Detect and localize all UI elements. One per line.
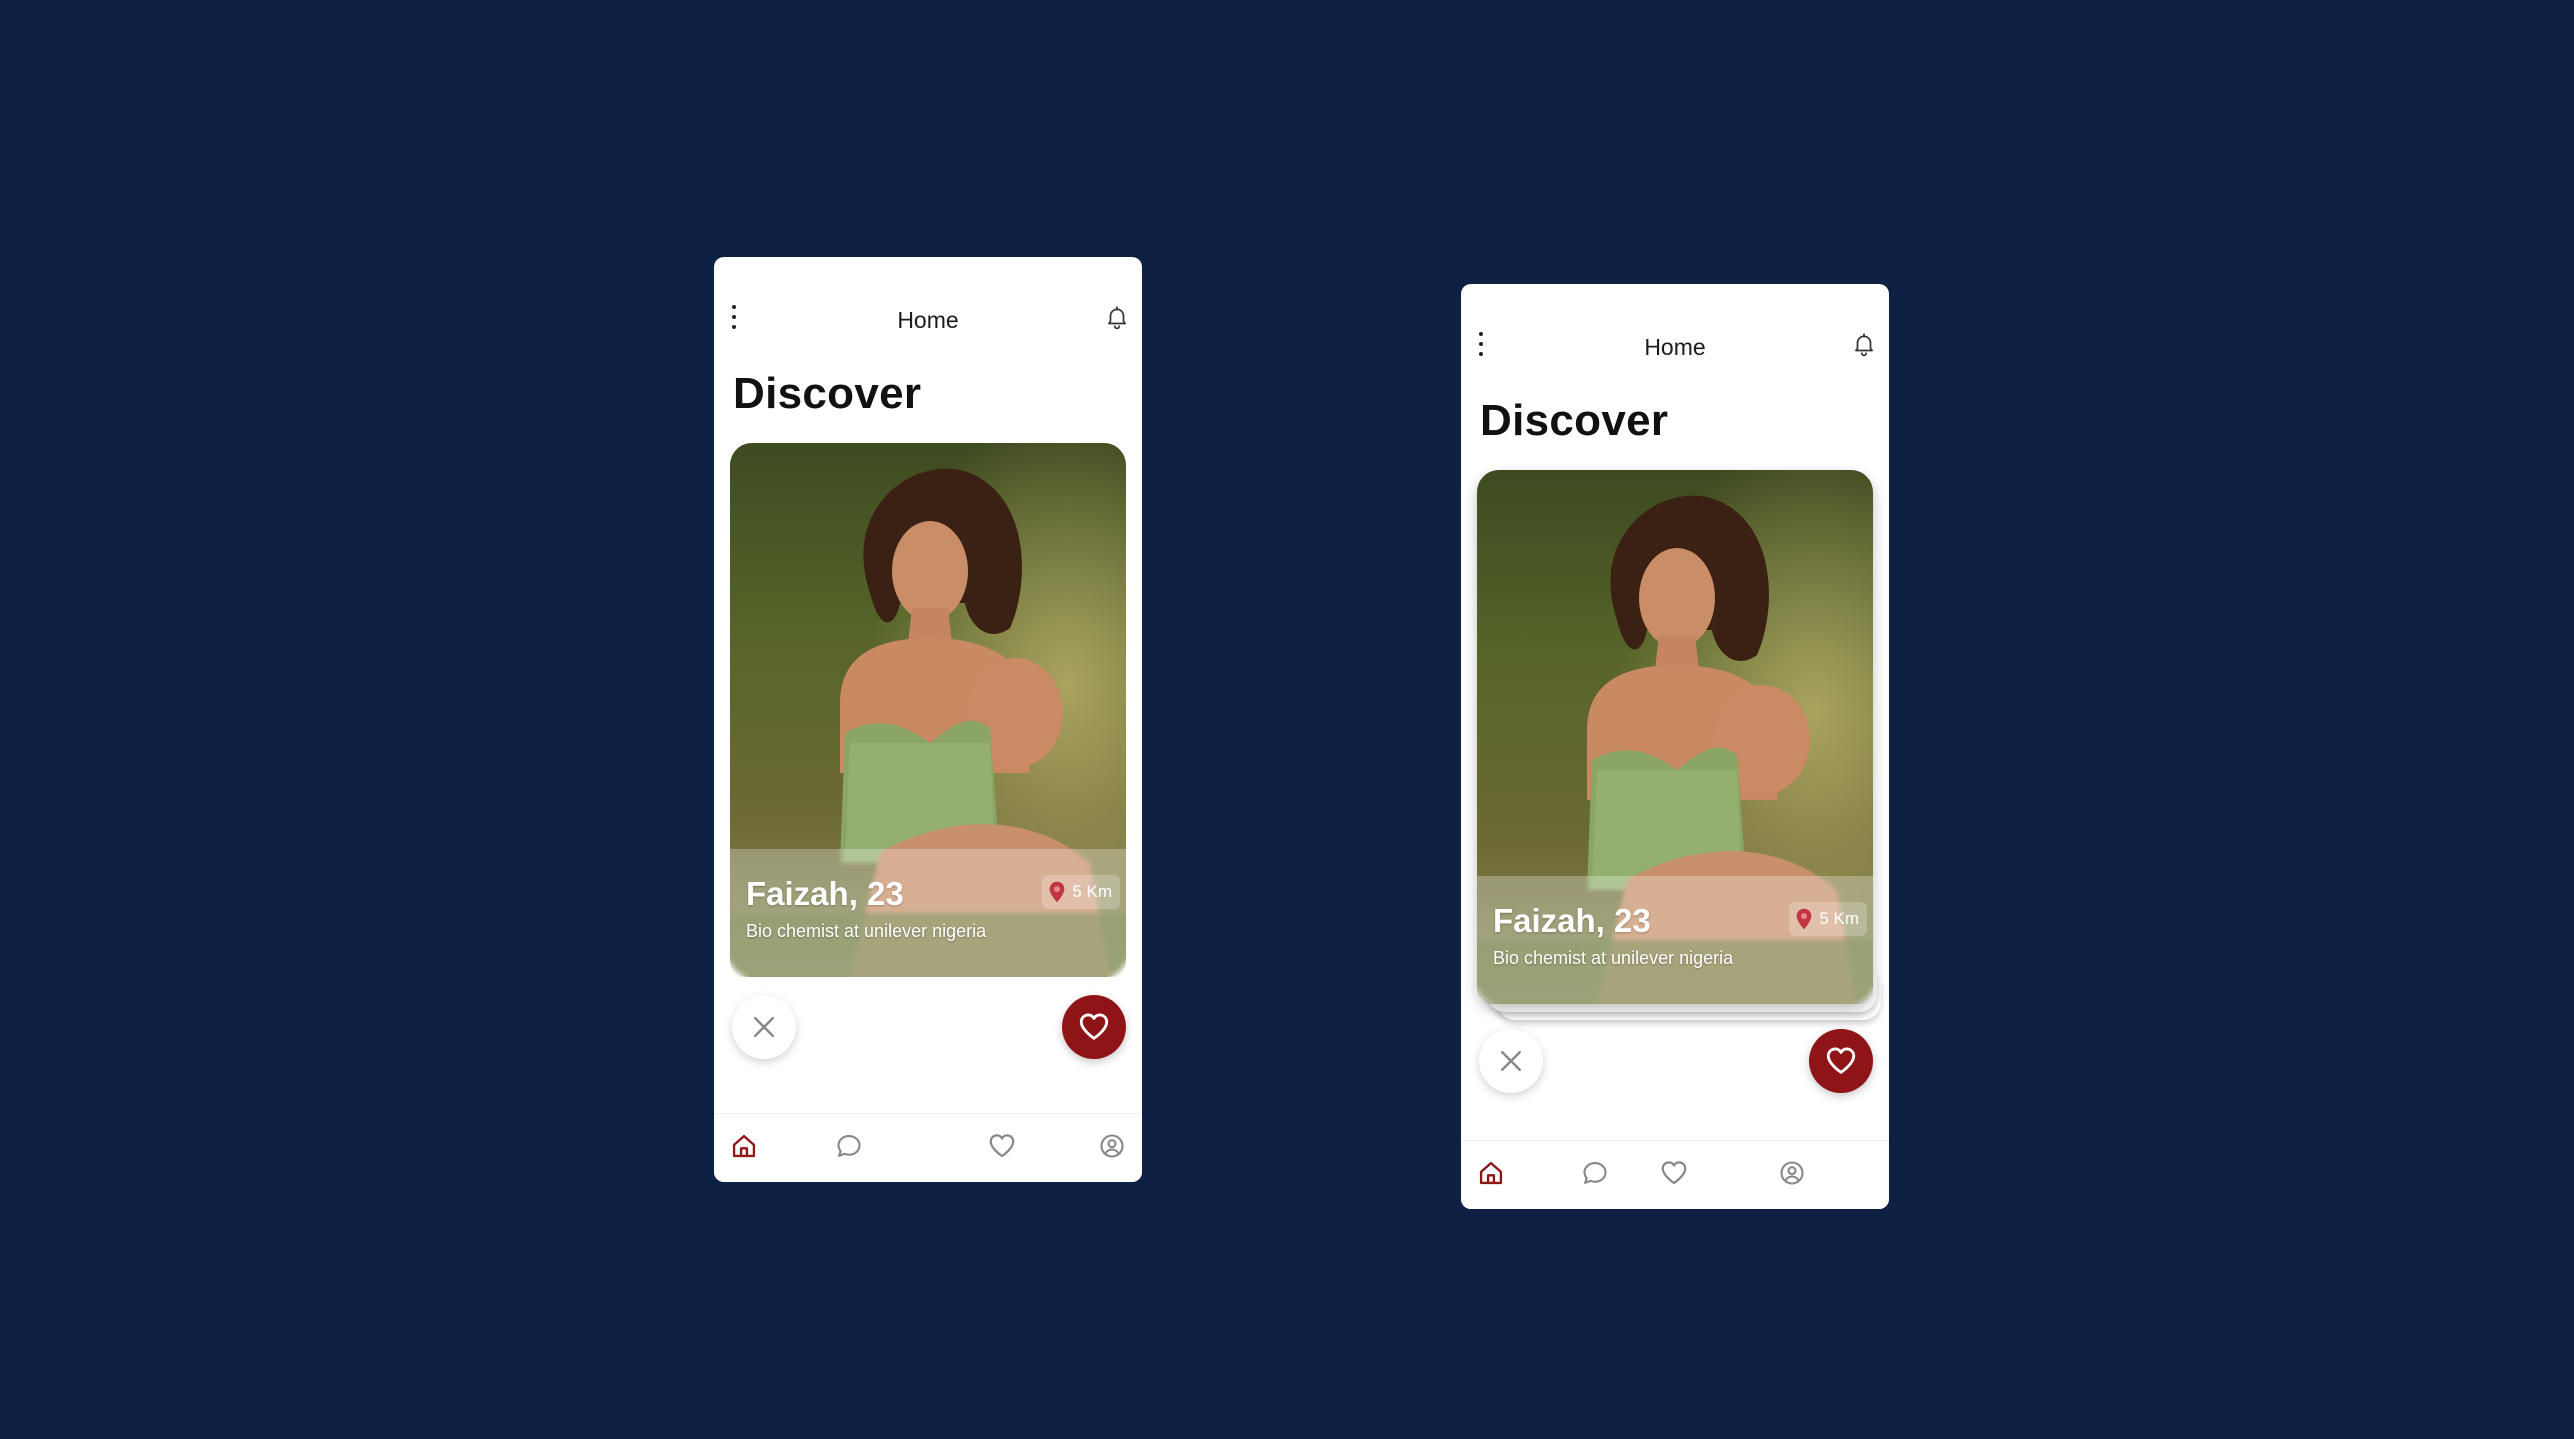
presentation-canvas: Home Discover Faizah, 23 Bio chemist at …	[0, 0, 2574, 1439]
profile-card[interactable]: Faizah, 23 Bio chemist at unilever niger…	[730, 443, 1126, 977]
bottom-navigation	[1461, 1140, 1889, 1209]
like-button[interactable]	[1062, 995, 1126, 1059]
profile-name: Faizah, 23	[1493, 902, 1651, 939]
location-pin-icon	[1796, 908, 1812, 930]
nav-favorites[interactable]	[1658, 1157, 1690, 1189]
page-title: Home	[1644, 334, 1706, 360]
bottom-navigation	[714, 1113, 1142, 1182]
profile-name: Faizah, 23	[746, 875, 904, 912]
profile-card[interactable]: Faizah, 23 Bio chemist at unilever niger…	[1477, 470, 1873, 1004]
nav-profile[interactable]	[1776, 1157, 1808, 1189]
heart-icon	[1661, 1161, 1687, 1185]
profile-info-panel: Faizah, 23 Bio chemist at unilever niger…	[730, 849, 1126, 977]
home-icon	[732, 1134, 756, 1158]
close-icon	[754, 1017, 774, 1037]
nav-chat[interactable]	[1579, 1157, 1611, 1189]
profile-bio: Bio chemist at unilever nigeria	[746, 921, 987, 941]
chat-icon	[1583, 1162, 1607, 1184]
heart-icon	[1079, 1013, 1109, 1040]
nav-profile[interactable]	[1096, 1130, 1128, 1162]
dislike-button[interactable]	[732, 995, 796, 1059]
distance-badge: 5 Km	[1042, 875, 1120, 909]
nav-chat[interactable]	[833, 1130, 865, 1162]
discover-heading: Discover	[733, 369, 922, 418]
chat-icon	[837, 1135, 861, 1157]
profile-icon	[1100, 1134, 1124, 1158]
distance-text: 5 Km	[1819, 909, 1859, 928]
distance-text: 5 Km	[1072, 882, 1112, 901]
home-icon	[1479, 1161, 1503, 1185]
discover-heading: Discover	[1480, 396, 1669, 445]
distance-badge: 5 Km	[1789, 902, 1867, 936]
dislike-button[interactable]	[1479, 1029, 1543, 1093]
top-bar: Home	[714, 257, 1142, 357]
location-pin-icon	[1049, 881, 1065, 903]
bell-icon[interactable]	[1851, 330, 1877, 358]
profile-bio: Bio chemist at unilever nigeria	[1493, 948, 1734, 968]
close-icon	[1501, 1051, 1521, 1071]
nav-home[interactable]	[1475, 1157, 1507, 1189]
like-button[interactable]	[1809, 1029, 1873, 1093]
nav-home[interactable]	[728, 1130, 760, 1162]
profile-icon	[1780, 1161, 1804, 1185]
profile-info-panel: Faizah, 23 Bio chemist at unilever niger…	[1477, 876, 1873, 1004]
bell-icon[interactable]	[1104, 303, 1130, 331]
top-bar: Home	[1461, 284, 1889, 384]
phone-screen-discover: Home Discover Faizah, 23 Bio chemist at …	[714, 257, 1142, 1182]
nav-favorites[interactable]	[986, 1130, 1018, 1162]
heart-icon	[989, 1134, 1015, 1158]
phone-screen-discover-stacked: Home Discover Faizah, 23 Bio chemist at …	[1461, 284, 1889, 1209]
heart-icon	[1826, 1047, 1856, 1074]
page-title: Home	[897, 307, 959, 333]
